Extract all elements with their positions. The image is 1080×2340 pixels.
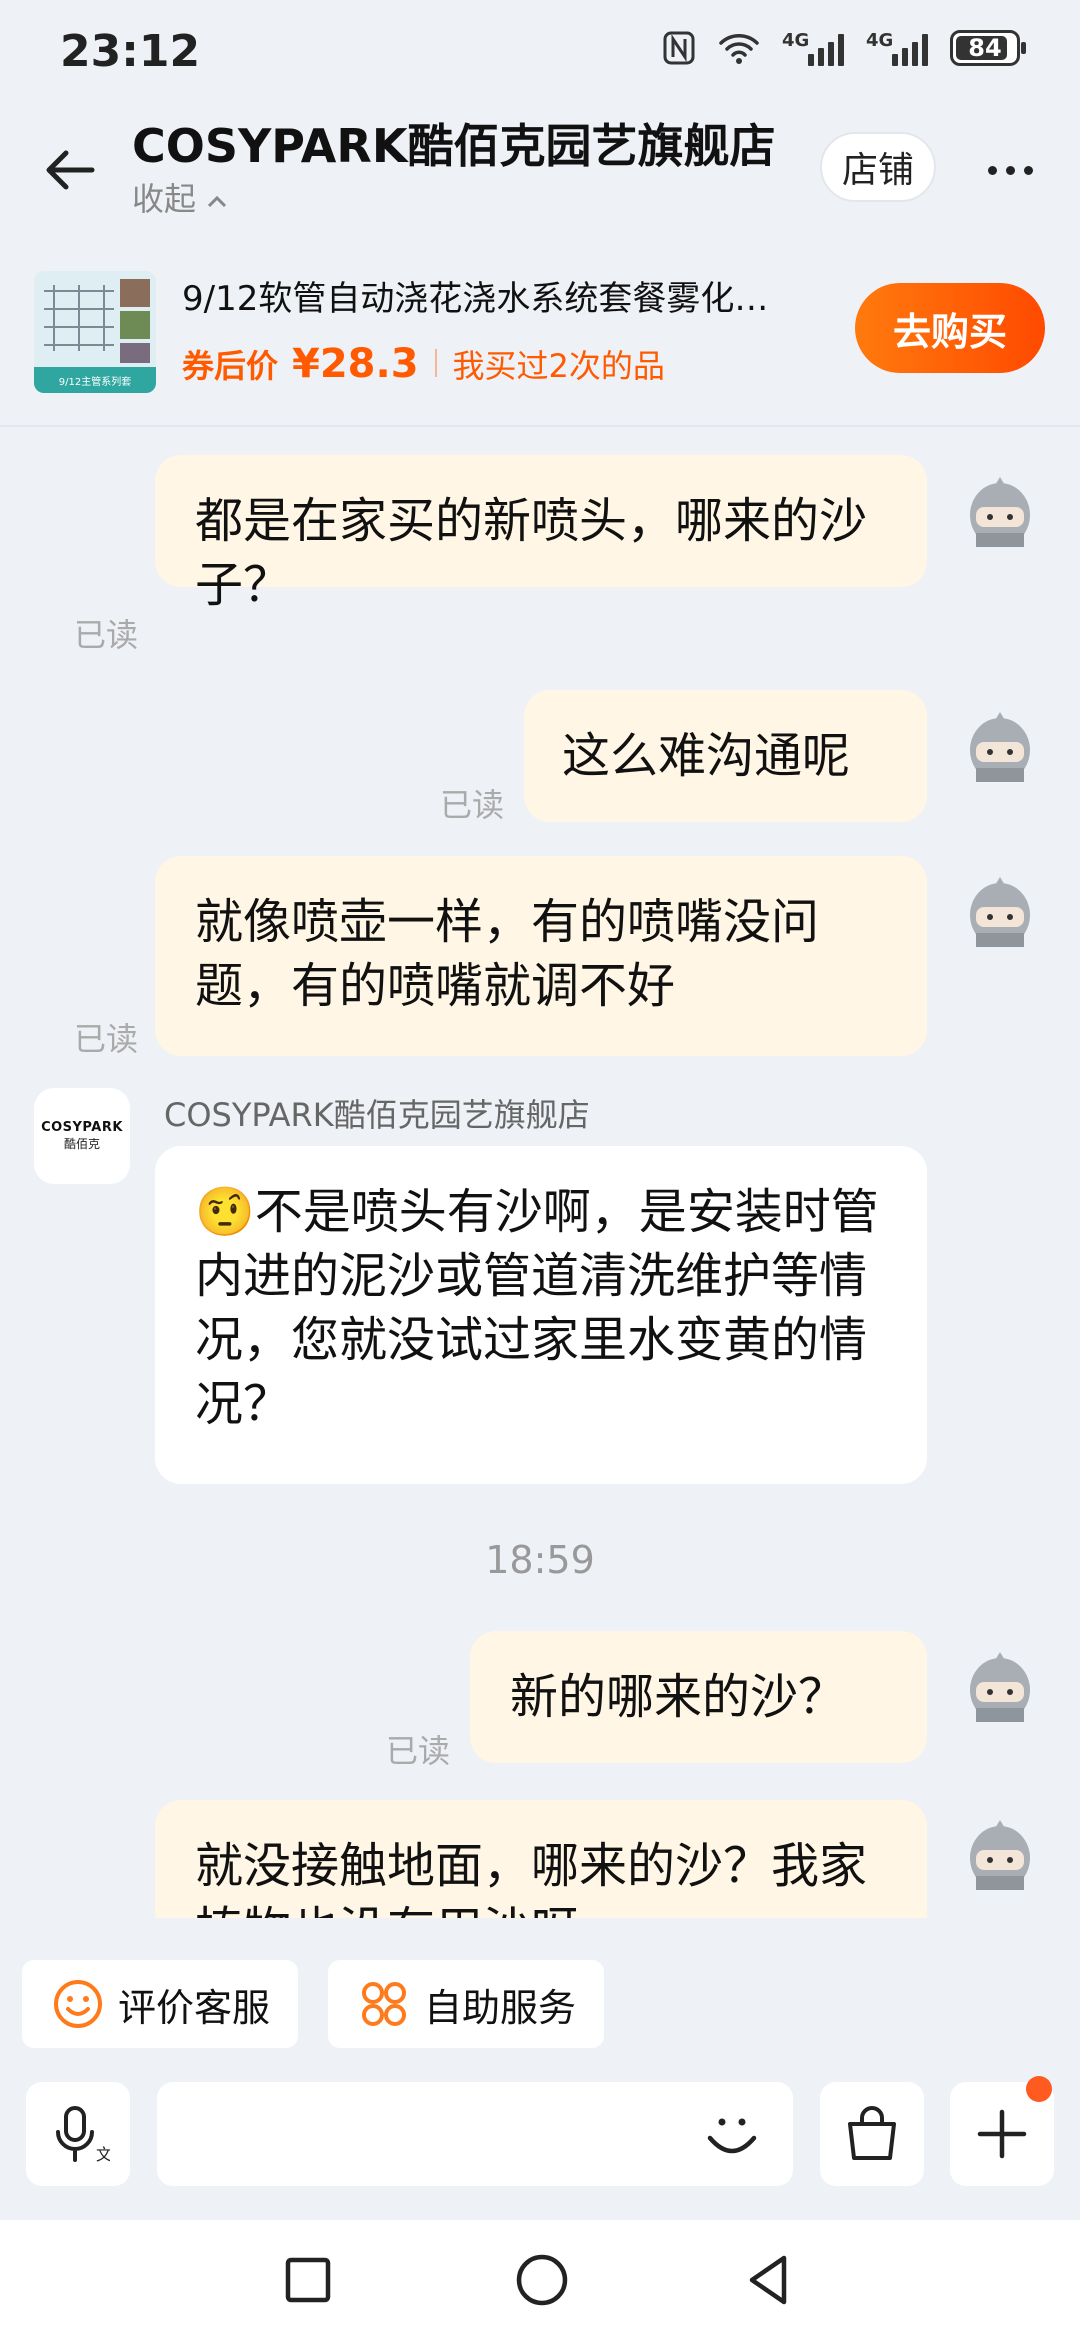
message-text: 新的哪来的沙？ (510, 1669, 847, 1725)
message-text: 就没接触地面，哪来的沙？我家植物也没有用沙呀 (195, 1838, 868, 1918)
read-status: 已读 (440, 786, 505, 824)
thinking-face-emoji-icon: 🤨 (195, 1184, 255, 1240)
message-bubble-incoming[interactable]: 🤨不是喷头有沙啊，是安装时管内进的泥沙或管道清洗维护等情况，您就没试过家里水变黄… (155, 1146, 927, 1484)
user-avatar[interactable] (962, 1648, 1038, 1728)
ninja-avatar-icon (970, 1652, 1030, 1722)
message-text: 就像喷壶一样，有的喷嘴没问题，有的喷嘴就调不好 (195, 894, 820, 1014)
bought-text: 我买过2次的品 (452, 347, 665, 385)
grid-icon (362, 1982, 406, 2026)
more-dot (1005, 165, 1015, 175)
product-title[interactable]: 9/12软管自动浇花浇水系统套餐雾化… (182, 271, 822, 320)
collapse-label: 收起 (132, 180, 197, 218)
thumb-caption: 9/12主管系列套 (59, 375, 131, 388)
chevron-up-icon (208, 195, 227, 208)
more-button[interactable] (980, 140, 1040, 200)
square-icon (285, 2257, 331, 2303)
rate-service-label: 评价客服 (118, 1985, 271, 2030)
rate-service-button[interactable]: 评价客服 (22, 1960, 298, 2048)
sender-name: COSYPARK酷佰克园艺旗舰店 (164, 1096, 590, 1134)
status-time: 23:12 (60, 26, 201, 77)
ninja-avatar-icon (970, 712, 1030, 782)
battery-icon: 84 (950, 30, 1026, 66)
store-avatar-sub: 酷佰克 (63, 1137, 100, 1151)
shop-button[interactable]: 店铺 (820, 132, 936, 202)
message-bubble-outgoing[interactable]: 这么难沟通呢 (524, 690, 927, 822)
read-status: 已读 (386, 1732, 451, 1770)
ninja-avatar-icon (970, 477, 1030, 547)
signal-icon-2: 4G (866, 30, 928, 66)
arrow-left-icon (46, 150, 95, 190)
user-avatar[interactable] (962, 873, 1038, 953)
user-avatar[interactable] (962, 708, 1038, 788)
system-nav-bar (0, 2220, 1080, 2340)
message-bubble-outgoing[interactable]: 新的哪来的沙？ (470, 1631, 927, 1763)
ninja-avatar-icon (970, 877, 1030, 947)
triangle-back-icon (749, 2255, 787, 2305)
signal-icon-1: 4G (782, 30, 844, 66)
back-nav-button[interactable] (740, 2250, 800, 2310)
store-title: COSYPARK酷佰克园艺旗舰店 (132, 119, 776, 173)
back-button[interactable] (40, 140, 100, 200)
recents-button[interactable] (280, 2252, 336, 2308)
message-bubble-outgoing[interactable]: 都是在家买的新喷头，哪来的沙子？ (155, 455, 927, 613)
input-bar: 文 (0, 2068, 1080, 2218)
emoji-button[interactable] (696, 2098, 768, 2170)
message-bubble-outgoing[interactable]: 就像喷壶一样，有的喷嘴没问题，有的喷嘴就调不好 (155, 856, 927, 1056)
circle-icon (516, 2254, 568, 2306)
read-status: 已读 (74, 616, 139, 654)
voice-input-button[interactable]: 文 (26, 2082, 130, 2186)
price-label: 券后价 (182, 347, 279, 385)
notification-dot (1026, 2076, 1052, 2102)
price-value: ¥28.3 (292, 341, 419, 387)
user-avatar[interactable] (962, 473, 1038, 553)
message-bubble-outgoing[interactable]: 就没接触地面，哪来的沙？我家植物也没有用沙呀 (155, 1800, 927, 1918)
smile-icon (54, 1980, 102, 2028)
status-icons: 4G 4G 84 (662, 30, 1026, 66)
buy-button[interactable]: 去购买 (855, 283, 1045, 373)
time-separator: 18:59 (485, 1538, 595, 1582)
status-bar: 23:12 4G 4G 84 (0, 0, 1080, 110)
nfc-icon (663, 31, 695, 65)
store-avatar[interactable]: COSYPARK 酷佰克 (34, 1088, 130, 1184)
user-avatar[interactable] (962, 1816, 1038, 1896)
product-thumbnail[interactable]: 9/12主管系列套 (34, 271, 156, 393)
more-dot (987, 165, 997, 175)
product-picker-button[interactable] (820, 2082, 924, 2186)
home-button[interactable] (512, 2250, 572, 2310)
product-card[interactable]: 9/12主管系列套 9/12软管自动浇花浇水系统套餐雾化… 券后价 ¥28.3 … (0, 255, 1080, 427)
more-actions-button[interactable] (950, 2076, 1054, 2186)
store-avatar-brand: COSYPARK (41, 1120, 123, 1135)
plus-icon (977, 2109, 1027, 2159)
shopping-bag-icon (848, 2106, 896, 2160)
self-service-label: 自助服务 (424, 1985, 577, 2030)
ninja-avatar-icon (970, 1820, 1030, 1890)
self-service-button[interactable]: 自助服务 (328, 1960, 604, 2048)
price-line: 券后价 ¥28.3 我买过2次的品 (182, 341, 665, 387)
divider (434, 349, 437, 377)
message-text: 不是喷头有沙啊，是安装时管内进的泥沙或管道清洗维护等情况，您就没试过家里水变黄的… (195, 1184, 879, 1432)
microphone-icon: 文 (56, 2106, 110, 2164)
svg-text:文: 文 (96, 2145, 110, 2164)
read-status: 已读 (74, 1020, 139, 1058)
message-text: 这么难沟通呢 (562, 728, 851, 784)
wifi-icon (719, 34, 759, 64)
emoji-smile-icon (707, 2118, 757, 2154)
collapse-toggle[interactable]: 收起 (132, 174, 228, 220)
message-text: 都是在家买的新喷头，哪来的沙子？ (195, 493, 868, 613)
more-dot (1023, 165, 1033, 175)
chat-header: COSYPARK酷佰克园艺旗舰店 收起 店铺 (0, 110, 1080, 240)
chat-list[interactable]: 都是在家买的新喷头，哪来的沙子？ 已读 这么难沟通呢 已读 就像喷壶一样，有的喷… (0, 428, 1080, 1918)
